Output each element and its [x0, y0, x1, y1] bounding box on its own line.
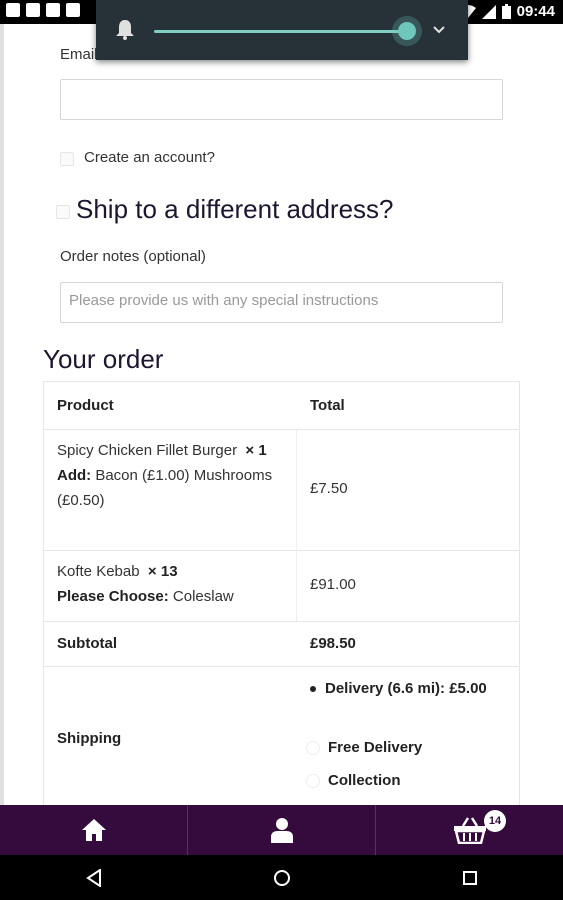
radio-icon — [306, 741, 320, 756]
radio-icon — [306, 774, 320, 789]
product-qty: × 13 — [147, 563, 178, 580]
subtotal-value: £98.50 — [310, 635, 356, 652]
create-account-label: Create an account? — [84, 149, 215, 166]
shipping-option-label: Free Delivery — [328, 739, 423, 756]
product-name: Kofte Kebab — [57, 563, 140, 580]
basket-icon — [453, 817, 486, 844]
system-nav-bar — [0, 855, 563, 900]
nav-home[interactable] — [0, 805, 187, 855]
shipping-option-label: Delivery (6.6 mi): £5.00 — [325, 680, 487, 697]
email-field[interactable] — [60, 79, 503, 120]
column-divider — [296, 429, 297, 550]
ship-different-checkbox[interactable] — [56, 205, 70, 219]
line-total: £91.00 — [310, 576, 356, 593]
android-icon — [26, 3, 40, 17]
table-header-row: Product Total — [44, 382, 519, 430]
bottom-nav: 14 — [0, 805, 563, 855]
facebook-icon — [46, 3, 60, 17]
subtotal-row: Subtotal £98.50 — [44, 621, 519, 667]
subtotal-label: Subtotal — [57, 635, 117, 652]
volume-slider-thumb[interactable] — [398, 22, 416, 40]
nav-account[interactable] — [187, 805, 375, 855]
battery-icon — [501, 4, 511, 19]
addon-value: Coleslaw — [172, 588, 234, 605]
shipping-option-delivery[interactable]: Delivery (6.6 mi): £5.00 — [310, 676, 500, 701]
facebook-icon — [66, 3, 80, 17]
product-name: Spicy Chicken Fillet Burger — [57, 442, 238, 459]
product-cell: Spicy Chicken Fillet Burger × 1 Add: Bac… — [57, 438, 282, 513]
ship-different-heading: Ship to a different address? — [76, 194, 394, 224]
table-row: Kofte Kebab × 13 Please Choose: Coleslaw… — [44, 550, 519, 622]
shipping-label: Shipping — [57, 730, 122, 747]
recents-icon[interactable] — [462, 870, 478, 886]
table-row: Spicy Chicken Fillet Burger × 1 Add: Bac… — [44, 429, 519, 551]
cart-count-badge: 14 — [484, 810, 506, 832]
shipping-row: Shipping Delivery (6.6 mi): £5.00 Free D… — [44, 666, 519, 805]
notification-icons — [6, 3, 80, 17]
shipping-option-free[interactable]: Free Delivery — [306, 735, 423, 760]
volume-slider[interactable] — [154, 30, 406, 33]
product-qty: × 1 — [245, 442, 267, 459]
email-label: Email — [60, 46, 98, 63]
volume-panel — [96, 0, 468, 60]
product-cell: Kofte Kebab × 13 Please Choose: Coleslaw — [57, 559, 287, 609]
chevron-down-icon[interactable] — [432, 23, 446, 37]
clock: 09:44 — [516, 3, 555, 20]
nav-cart[interactable]: 14 — [375, 805, 563, 855]
checkout-page: Email Create an account? Ship to a diffe… — [0, 24, 563, 805]
notification-icon — [6, 3, 20, 17]
create-account-checkbox[interactable] — [60, 152, 74, 166]
your-order-heading: Your order — [43, 344, 164, 374]
shipping-option-label: Collection — [328, 772, 401, 789]
total-header: Total — [310, 397, 345, 414]
product-header: Product — [57, 397, 114, 414]
signal-icon — [481, 4, 496, 19]
order-notes-label: Order notes (optional) — [60, 248, 206, 265]
bell-icon[interactable] — [116, 20, 134, 40]
column-divider — [296, 550, 297, 621]
shipping-option-collection[interactable]: Collection — [306, 768, 401, 793]
order-notes-placeholder: Please provide us with any special instr… — [69, 292, 379, 309]
page-edge — [0, 24, 4, 805]
home-icon — [81, 819, 106, 841]
order-notes-field[interactable]: Please provide us with any special instr… — [60, 282, 503, 323]
order-table: Product Total Spicy Chicken Fillet Burge… — [43, 381, 520, 805]
back-icon[interactable] — [85, 868, 103, 887]
home-circle-icon[interactable] — [273, 869, 291, 887]
user-icon — [270, 818, 293, 843]
addon-label: Please Choose: — [57, 588, 169, 605]
addon-label: Add: — [57, 467, 92, 484]
radio-selected-icon — [310, 686, 316, 693]
line-total: £7.50 — [310, 480, 348, 497]
